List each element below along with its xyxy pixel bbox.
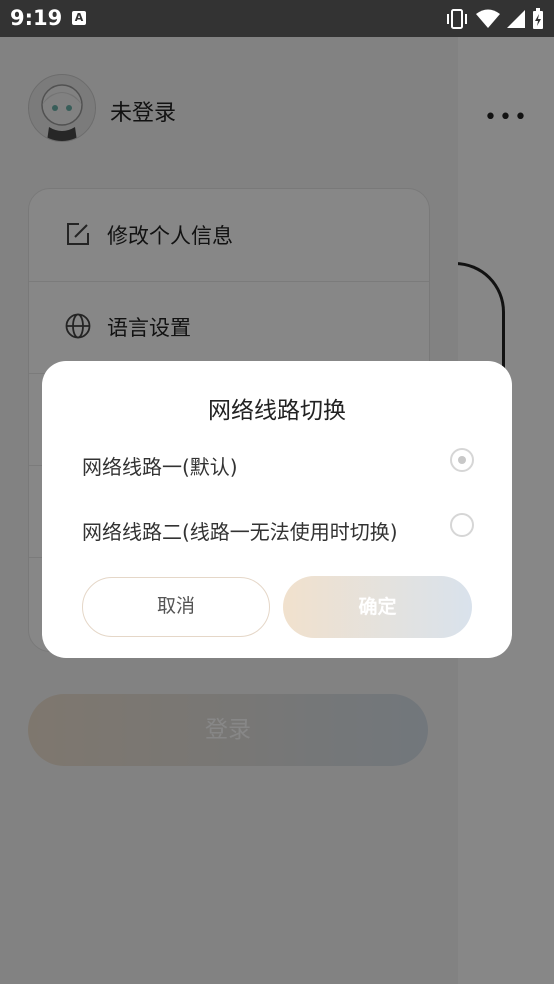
cancel-button[interactable]: 取消: [82, 577, 270, 637]
signal-icon: [507, 10, 525, 28]
route-option-label: 网络线路一(默认): [82, 455, 238, 479]
radio-button-selected[interactable]: [450, 448, 474, 472]
wifi-icon: [476, 9, 500, 28]
radio-dot-icon: [458, 456, 466, 464]
confirm-button[interactable]: 确定: [283, 576, 472, 638]
radio-button[interactable]: [450, 513, 474, 537]
route-option-1[interactable]: 网络线路一(默认): [82, 443, 474, 483]
status-time: 9:19: [10, 6, 63, 30]
network-route-dialog: 网络线路切换 网络线路一(默认) 网络线路二(线路一无法使用时切换) 取消 确定: [42, 361, 512, 658]
vibrate-icon: [447, 9, 467, 29]
dialog-title: 网络线路切换: [208, 398, 346, 424]
notification-a-icon: A: [72, 11, 86, 25]
route-option-label: 网络线路二(线路一无法使用时切换): [82, 520, 398, 544]
battery-icon: [533, 8, 543, 29]
status-bar: 9:19 A: [0, 0, 554, 37]
status-icons: [445, 8, 544, 30]
route-option-2[interactable]: 网络线路二(线路一无法使用时切换): [82, 508, 474, 548]
